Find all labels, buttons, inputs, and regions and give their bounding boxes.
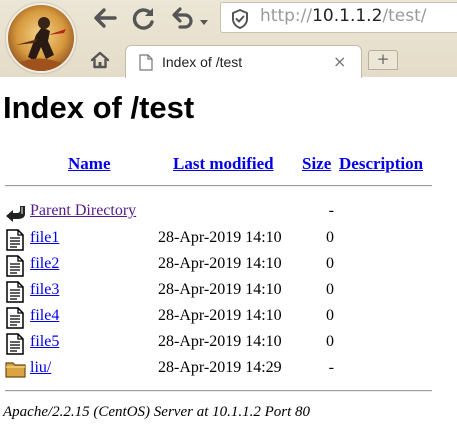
- reload-icon[interactable]: [130, 5, 158, 36]
- entry-modified: 28-Apr-2019 14:29: [158, 359, 282, 376]
- url-text[interactable]: http://10.1.1.2/test/: [260, 6, 427, 26]
- entry-modified: 28-Apr-2019 14:10: [158, 333, 282, 350]
- sort-by-last-modified-link[interactable]: Last modified: [173, 154, 274, 174]
- list-item: file2 28-Apr-2019 14:10 0: [0, 253, 457, 277]
- browser-toolbar: http://10.1.1.2/test/ Index of /test × +: [0, 0, 457, 78]
- sort-by-name-link[interactable]: Name: [68, 154, 110, 174]
- address-bar[interactable]: http://10.1.1.2/test/: [220, 2, 457, 33]
- server-signature: Apache/2.2.15 (CentOS) Server at 10.1.1.…: [3, 404, 311, 420]
- page-icon: [139, 54, 153, 76]
- list-item: file3 28-Apr-2019 14:10 0: [0, 279, 457, 303]
- entry-size: -: [328, 202, 334, 219]
- page-title: Index of /test: [3, 90, 195, 125]
- text-file-icon: [5, 307, 25, 334]
- entry-modified: 28-Apr-2019 14:10: [158, 307, 282, 324]
- divider: [5, 185, 432, 187]
- url-prefix: http://: [260, 6, 313, 26]
- file-link[interactable]: file1: [30, 229, 59, 247]
- file-link[interactable]: file2: [30, 255, 59, 273]
- close-icon[interactable]: ×: [333, 52, 346, 71]
- file-link[interactable]: file4: [30, 307, 59, 325]
- entry-size: 0: [326, 307, 334, 324]
- back-arrow-icon: [5, 202, 27, 227]
- list-item: file1 28-Apr-2019 14:10 0: [0, 227, 457, 251]
- entry-modified: 28-Apr-2019 14:10: [158, 255, 282, 272]
- back-arrow-icon[interactable]: [91, 5, 119, 36]
- list-item: file4 28-Apr-2019 14:10 0: [0, 305, 457, 329]
- list-item-parent: Parent Directory -: [0, 200, 457, 224]
- entry-modified: 28-Apr-2019 14:10: [158, 281, 282, 298]
- entry-size: 0: [326, 281, 334, 298]
- folder-link[interactable]: liu/: [30, 359, 51, 377]
- new-tab-button[interactable]: +: [368, 50, 398, 70]
- file-link[interactable]: file3: [30, 281, 59, 299]
- avatar[interactable]: [6, 3, 76, 73]
- folder-icon: [5, 359, 27, 384]
- url-host: 10.1.1.2: [312, 6, 383, 26]
- entry-size: -: [328, 359, 334, 376]
- entry-size: 0: [326, 229, 334, 246]
- tab-active[interactable]: Index of /test ×: [125, 45, 362, 78]
- divider: [5, 390, 432, 392]
- text-file-icon: [5, 229, 25, 256]
- tab-title: Index of /test: [162, 54, 243, 70]
- text-file-icon: [5, 255, 25, 282]
- entry-size: 0: [326, 333, 334, 350]
- file-link[interactable]: file5: [30, 333, 59, 351]
- list-item: liu/ 28-Apr-2019 14:29 -: [0, 357, 457, 381]
- text-file-icon: [5, 281, 25, 308]
- chevron-down-icon[interactable]: [199, 14, 209, 32]
- url-path: /test/: [382, 6, 427, 26]
- shield-icon: [231, 9, 249, 34]
- home-icon[interactable]: [90, 50, 110, 75]
- undo-icon[interactable]: [170, 6, 196, 35]
- sort-by-description-link[interactable]: Description: [339, 154, 423, 174]
- text-file-icon: [5, 333, 25, 360]
- parent-directory-link[interactable]: Parent Directory: [30, 202, 136, 220]
- entry-size: 0: [326, 255, 334, 272]
- list-item: file5 28-Apr-2019 14:10 0: [0, 331, 457, 355]
- sort-by-size-link[interactable]: Size: [302, 154, 331, 174]
- entry-modified: 28-Apr-2019 14:10: [158, 229, 282, 246]
